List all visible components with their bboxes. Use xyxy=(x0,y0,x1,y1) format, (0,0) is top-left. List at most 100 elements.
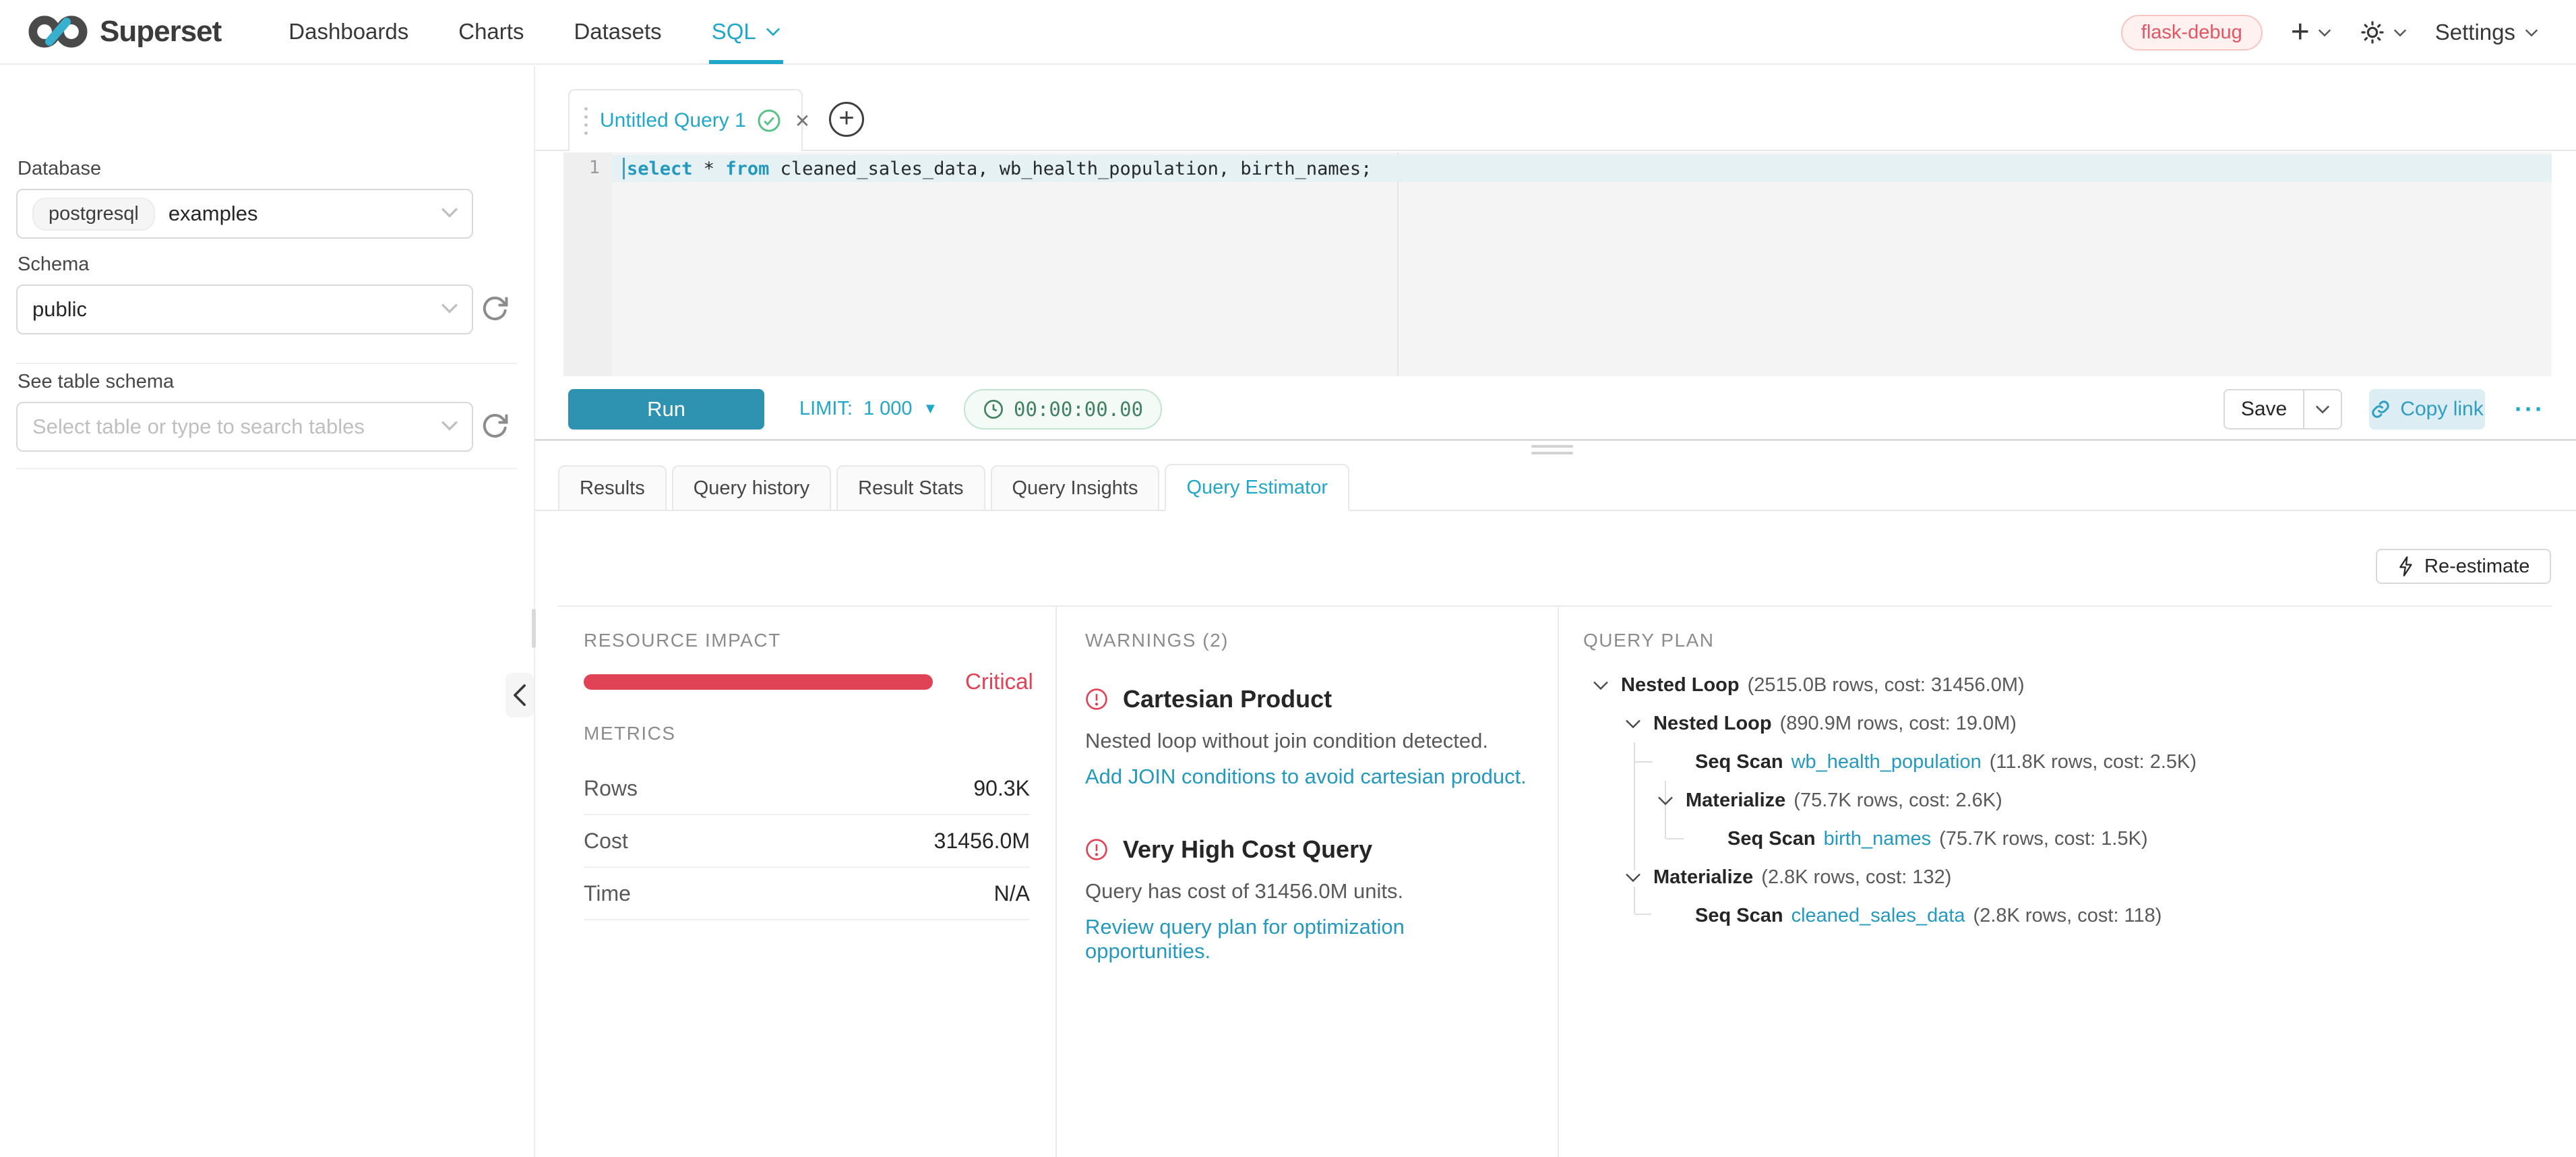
schema-select[interactable]: public xyxy=(16,285,473,334)
editor-toolbar: Run LIMIT: 1 000 ▼ 00:00:00.00 Save xyxy=(535,376,2576,441)
caret-down-icon[interactable] xyxy=(1657,796,1674,806)
caret-down-icon[interactable] xyxy=(1625,719,1641,729)
plan-node: Nested Loop (2515.0B rows, cost: 31456.0… xyxy=(1593,666,2025,704)
south-pane-tabs: Results Query history Result Stats Query… xyxy=(535,464,2576,511)
collapse-sidebar-button[interactable] xyxy=(505,673,534,717)
save-options-button[interactable] xyxy=(2303,390,2341,428)
estimator-panel: RESOURCE IMPACT Critical METRICS Rows 90… xyxy=(558,605,2552,1157)
save-query-split-button[interactable]: Save xyxy=(2224,389,2342,429)
more-actions-button[interactable]: ··· xyxy=(2515,395,2545,423)
table-schema-label: See table schema xyxy=(18,371,174,393)
sql-editor[interactable]: 1 select * from cleaned_sales_data, wb_h… xyxy=(563,152,2552,376)
metric-row: Time N/A xyxy=(584,868,1030,920)
resource-impact-section: RESOURCE IMPACT Critical METRICS Rows 90… xyxy=(584,607,1030,1157)
database-select[interactable]: postgresql examples xyxy=(16,189,473,239)
re-estimate-button[interactable]: Re-estimate xyxy=(2376,549,2551,584)
dropdown-triangle-icon: ▼ xyxy=(923,400,938,417)
warning-description: Query has cost of 31456.0M units. xyxy=(1085,879,1403,903)
plan-node-stats: (890.9M rows, cost: 19.0M) xyxy=(1780,713,2017,735)
schema-value: public xyxy=(32,297,87,322)
chevron-down-icon xyxy=(441,303,458,314)
theme-menu[interactable] xyxy=(2360,20,2407,45)
nav-datasets[interactable]: Datasets xyxy=(574,0,661,64)
chevron-down-icon xyxy=(2393,28,2407,37)
plan-table-link[interactable]: birth_names xyxy=(1824,828,1932,850)
database-value: examples xyxy=(168,202,258,226)
text-cursor xyxy=(623,158,625,179)
query-tab[interactable]: Untitled Query 1 ✕ xyxy=(568,89,803,151)
new-item-menu[interactable]: + xyxy=(2291,16,2331,49)
warnings-section: WARNINGS (2) Cartesian Product Nested lo… xyxy=(1085,607,1530,1157)
caret-down-icon[interactable] xyxy=(1593,680,1609,690)
chevron-down-icon xyxy=(2525,28,2538,37)
plan-table-link[interactable]: wb_health_population xyxy=(1791,751,1982,773)
chevron-down-icon xyxy=(441,207,458,218)
database-label: Database xyxy=(18,158,101,180)
brand-title: Superset xyxy=(100,15,221,49)
sqllab-left-panel: Database postgresql examples Schema publ… xyxy=(0,66,535,1157)
nav-sql[interactable]: SQL xyxy=(712,0,780,64)
tab-results[interactable]: Results xyxy=(558,465,667,511)
sqllab-main: Untitled Query 1 ✕ + 1 select * from cle… xyxy=(535,66,2576,1157)
plan-node-name: Seq Scan xyxy=(1695,905,1783,927)
plan-node-stats: (2.8K rows, cost: 132) xyxy=(1761,866,1951,889)
metric-label: Time xyxy=(584,881,631,906)
plan-node-name: Materialize xyxy=(1686,790,1785,812)
query-plan-title: QUERY PLAN xyxy=(1583,630,1714,651)
warning-action-link[interactable]: Add JOIN conditions to avoid cartesian p… xyxy=(1085,765,1527,789)
tab-query-history[interactable]: Query history xyxy=(672,465,831,511)
run-query-button[interactable]: Run xyxy=(568,389,764,429)
refresh-tables-icon[interactable] xyxy=(480,411,510,441)
editor-gutter: 1 xyxy=(563,152,612,376)
copy-link-button[interactable]: Copy link xyxy=(2369,389,2485,429)
plan-node: Seq Scan cleaned_sales_data (2.8K rows, … xyxy=(1695,897,2161,934)
plan-node: Seq Scan wb_health_population (11.8K row… xyxy=(1695,743,2197,781)
metric-value: 90.3K xyxy=(973,776,1030,801)
tab-result-stats[interactable]: Result Stats xyxy=(836,465,985,511)
sidebar-divider xyxy=(16,468,518,469)
table-select[interactable]: Select table or type to search tables xyxy=(16,402,473,452)
plus-icon: + xyxy=(2291,16,2310,49)
tab-query-estimator[interactable]: Query Estimator xyxy=(1165,464,1349,511)
drag-grip-icon[interactable] xyxy=(584,107,588,135)
impact-progress-bar xyxy=(584,674,933,690)
plan-node: Materialize (2.8K rows, cost: 132) xyxy=(1625,858,1951,896)
pane-resize-handle[interactable] xyxy=(1531,445,1573,458)
sql-code-line[interactable]: select * from cleaned_sales_data, wb_hea… xyxy=(623,155,1372,182)
settings-menu[interactable]: Settings xyxy=(2435,20,2538,45)
sidebar-divider xyxy=(16,363,518,364)
refresh-schemas-icon[interactable] xyxy=(480,294,510,324)
superset-infinity-icon xyxy=(27,12,89,51)
nav-dashboards[interactable]: Dashboards xyxy=(288,0,408,64)
save-button[interactable]: Save xyxy=(2225,390,2303,428)
chevron-down-icon xyxy=(2315,405,2330,414)
warning-description: Nested loop without join condition detec… xyxy=(1085,729,1488,753)
superset-logo[interactable]: Superset xyxy=(27,12,221,51)
sidebar-resize-handle[interactable] xyxy=(532,609,536,648)
caret-down-icon[interactable] xyxy=(1625,872,1641,883)
limit-dropdown[interactable]: LIMIT: 1 000 ▼ xyxy=(799,376,938,441)
plan-table-link[interactable]: cleaned_sales_data xyxy=(1791,905,1965,927)
warnings-title: WARNINGS (2) xyxy=(1085,630,1229,651)
lightning-bolt-icon xyxy=(2397,556,2415,576)
plan-node-name: Nested Loop xyxy=(1621,674,1740,696)
chevron-down-icon xyxy=(2318,28,2331,37)
plan-node: Seq Scan birth_names (75.7K rows, cost: … xyxy=(1727,820,2148,858)
metrics-title: METRICS xyxy=(584,723,676,744)
warning-icon xyxy=(1085,838,1108,861)
column-divider xyxy=(1558,607,1559,1157)
sun-icon xyxy=(2360,20,2385,45)
add-query-tab-button[interactable]: + xyxy=(829,102,864,137)
chevron-down-icon xyxy=(441,420,458,431)
query-timer: 00:00:00.00 xyxy=(964,389,1162,429)
nav-charts[interactable]: Charts xyxy=(458,0,524,64)
tab-query-insights[interactable]: Query Insights xyxy=(991,465,1160,511)
metric-label: Cost xyxy=(584,829,628,854)
plan-node-stats: (75.7K rows, cost: 1.5K) xyxy=(1939,828,2147,850)
resource-impact-title: RESOURCE IMPACT xyxy=(584,630,781,651)
warning-action-link[interactable]: Review query plan for optimization oppor… xyxy=(1085,915,1530,963)
metric-label: Rows xyxy=(584,776,638,801)
top-navbar: Superset Dashboards Charts Datasets SQL … xyxy=(0,0,2576,65)
column-divider xyxy=(1055,607,1057,1157)
close-tab-icon[interactable]: ✕ xyxy=(795,110,810,132)
